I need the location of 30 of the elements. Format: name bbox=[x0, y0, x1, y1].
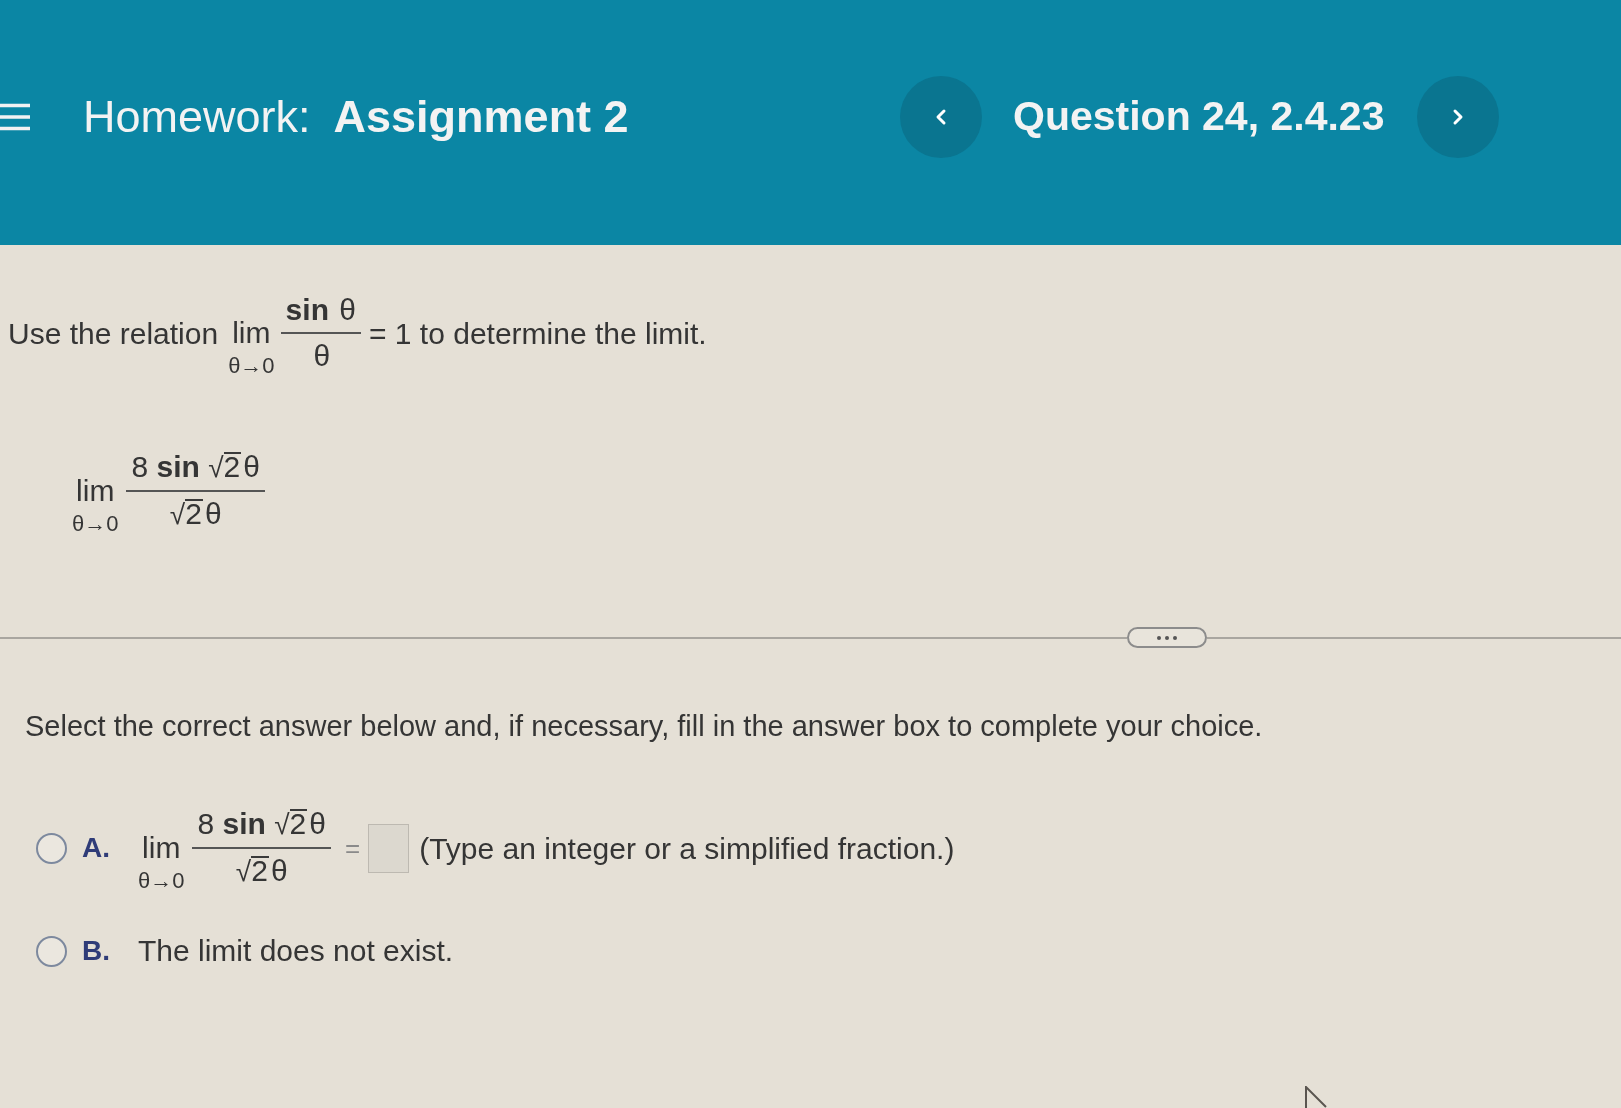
option-letter: A. bbox=[82, 831, 111, 865]
menu-icon[interactable] bbox=[0, 102, 30, 131]
question-text: Use the relation bbox=[8, 315, 219, 352]
fraction-denominator: √2θ bbox=[168, 496, 223, 532]
option-text: The limit does not exist. bbox=[138, 934, 454, 967]
mouse-pointer-icon bbox=[1305, 1086, 1327, 1108]
expand-button[interactable] bbox=[1127, 627, 1207, 648]
radio-button[interactable] bbox=[36, 935, 67, 967]
equals-sign: = bbox=[344, 831, 361, 865]
limit-label: lim bbox=[142, 830, 181, 866]
fraction-numerator: 8 sin √2θ bbox=[196, 806, 327, 842]
limit-subscript: θ→0 bbox=[72, 510, 119, 538]
question-text: = 1 to determine the limit. bbox=[369, 315, 707, 352]
option-letter: B. bbox=[82, 934, 111, 968]
fraction-numerator: sin θ bbox=[284, 292, 357, 328]
ellipsis-icon bbox=[1157, 635, 1177, 640]
radio-button[interactable] bbox=[36, 832, 67, 864]
question-number: Question 24, 2.4.23 bbox=[1013, 91, 1385, 141]
limit-subscript: θ→0 bbox=[138, 867, 185, 895]
hint-text: (Type an integer or a simplified fraction.) bbox=[419, 830, 955, 867]
answer-box[interactable] bbox=[368, 823, 410, 873]
fraction-numerator: 8 sin √2θ bbox=[130, 449, 261, 485]
fraction-denominator: √2θ bbox=[234, 853, 289, 889]
homework-label: Homework: bbox=[83, 89, 311, 144]
limit-subscript: θ→0 bbox=[228, 352, 275, 380]
assignment-title: Assignment 2 bbox=[333, 89, 629, 144]
fraction-denominator: θ bbox=[312, 338, 332, 374]
instruction-text: Select the correct answer below and, if necessary, fill in the answer box to complete your choice. bbox=[25, 709, 1264, 744]
limit-label: lim bbox=[76, 473, 115, 509]
limit-label: lim bbox=[232, 315, 271, 351]
